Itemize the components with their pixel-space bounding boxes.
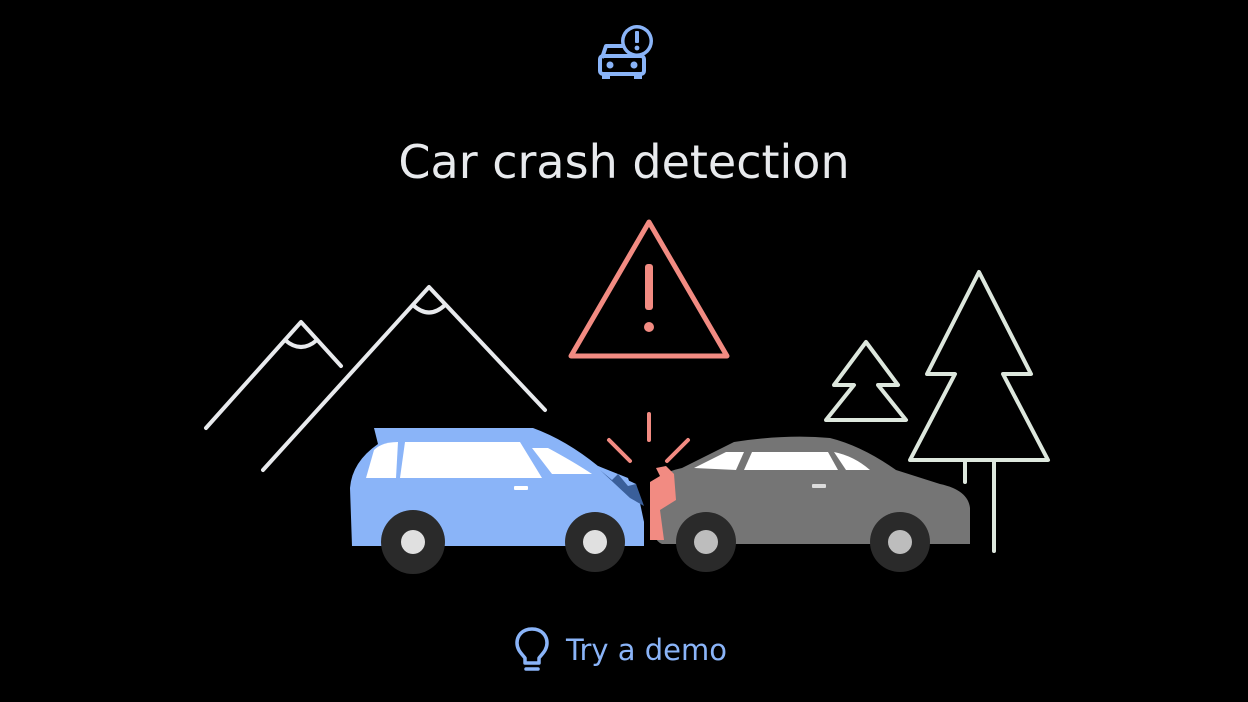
try-demo-label: Try a demo [566, 633, 727, 667]
gray-sedan-icon [650, 436, 970, 572]
lightbulb-icon [515, 627, 549, 671]
crash-detection-screen: Car crash detection Try a demo [0, 0, 1248, 702]
try-demo-button[interactable]: Try a demo [512, 622, 727, 678]
warning-triangle-icon [568, 219, 730, 359]
impact-burst-icon [607, 412, 690, 463]
blue-suv-icon [350, 428, 644, 574]
crash-illustration [204, 219, 1050, 574]
